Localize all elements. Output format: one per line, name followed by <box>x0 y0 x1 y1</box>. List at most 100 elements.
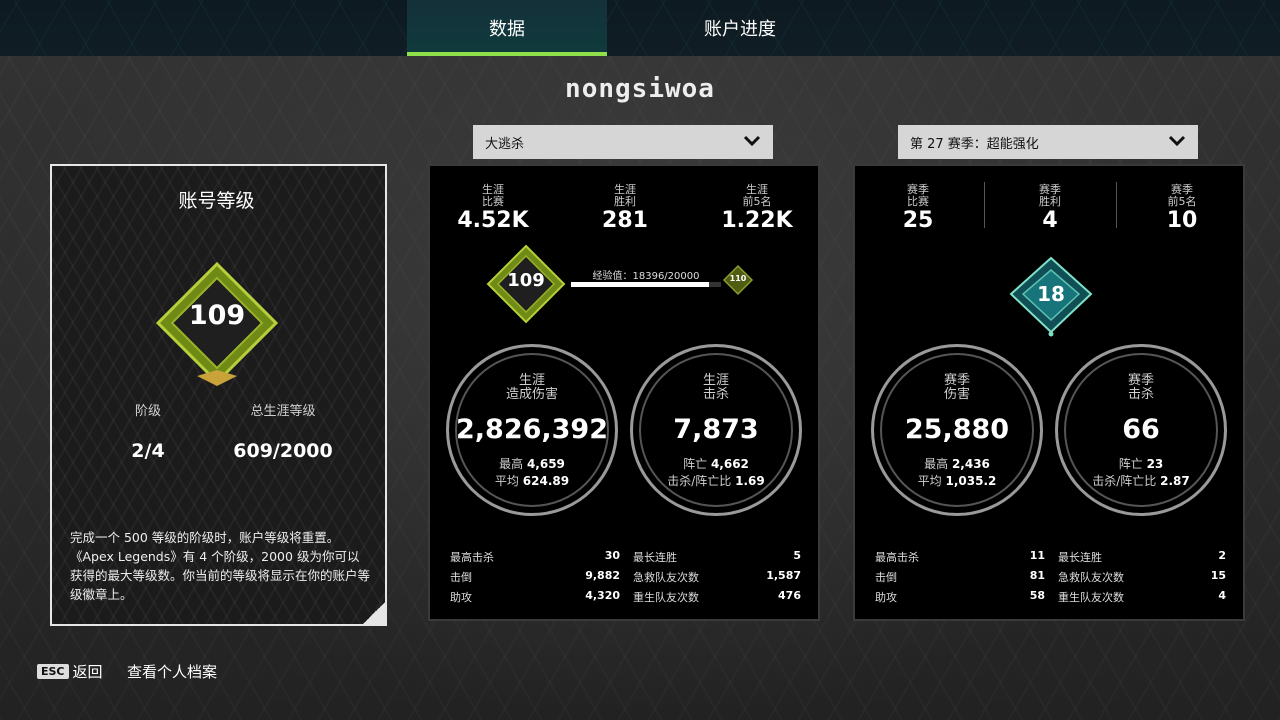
season-damage-max-value: 2,436 <box>951 457 990 471</box>
back-button[interactable]: ESC 返回 <box>37 661 103 682</box>
career-stats-right: 最长连胜 5 急救队友次数 1,587 重生队友次数 476 <box>633 549 801 609</box>
season-stats-left: 最高击杀 11 击倒 81 助攻 58 <box>875 549 1045 609</box>
stat-label: 最长连胜 <box>1058 551 1102 564</box>
account-level-description: 完成一个 500 等级的阶级时，账户等级将重置。《Apex Legends》有 … <box>70 530 371 602</box>
stat-value: 81 <box>1029 569 1045 582</box>
season-kills-value: 66 <box>1122 414 1160 445</box>
tab-account-progress[interactable]: 账户进度 <box>640 0 840 56</box>
stat-value: 4,320 <box>585 589 620 602</box>
season-top5-label2: 前5名 <box>1167 195 1197 208</box>
career-damage-avg-label: 平均 <box>494 474 519 488</box>
career-damage-avg: 平均 624.89 <box>449 472 615 489</box>
career-damage-title2: 造成伤害 <box>505 387 558 402</box>
career-deaths: 阵亡 4,662 <box>633 455 799 472</box>
stat-row: 击倒 81 <box>875 569 1045 589</box>
account-level-title: 账号等级 <box>178 190 255 212</box>
career-kills-title2: 击杀 <box>702 387 729 402</box>
divider <box>984 182 985 228</box>
back-label: 返回 <box>72 663 103 681</box>
season-kd: 击杀/阵亡比 2.87 <box>1058 472 1224 489</box>
season-damage-max-label: 最高 <box>924 457 949 471</box>
career-damage-title1: 生涯 <box>518 373 545 388</box>
season-kills-title2: 击杀 <box>1127 387 1154 402</box>
season-damage-title2: 伤害 <box>943 387 970 402</box>
stat-label: 急救队友次数 <box>633 571 699 584</box>
season-top5: 赛季 前5名 10 <box>1139 184 1225 234</box>
stat-label: 重生队友次数 <box>1058 591 1124 604</box>
career-kd-label: 击杀/阵亡比 <box>667 474 732 488</box>
stat-value: 2 <box>1218 549 1226 562</box>
stat-value: 476 <box>778 589 801 602</box>
season-stats-right: 最长连胜 2 急救队友次数 15 重生队友次数 4 <box>1058 549 1226 609</box>
season-level-number: 18 <box>1037 282 1065 306</box>
career-level-number: 109 <box>507 270 545 291</box>
mode-dropdown-value: 大逃杀 <box>485 136 525 152</box>
stat-row: 最长连胜 2 <box>1058 549 1226 569</box>
xp-progress-bar <box>571 282 721 287</box>
tier-value: 2/4 <box>131 440 165 462</box>
career-damage-avg-value: 624.89 <box>522 474 570 488</box>
career-wins-value: 281 <box>602 208 648 233</box>
tab-stats-label: 数据 <box>489 19 525 40</box>
season-damage-avg-label: 平均 <box>917 474 942 488</box>
season-deaths: 阵亡 23 <box>1058 455 1224 472</box>
tab-stats[interactable]: 数据 <box>407 0 607 56</box>
stat-label: 重生队友次数 <box>633 591 699 604</box>
career-stats-left: 最高击杀 30 击倒 9,882 助攻 4,320 <box>450 549 620 609</box>
career-damage-max-label: 最高 <box>499 457 524 471</box>
season-dropdown-value: 第 27 赛季：超能强化 <box>910 136 1039 152</box>
xp-label: 经验值：18396/20000 <box>592 271 700 282</box>
stat-row: 最高击杀 30 <box>450 549 620 569</box>
stat-value: 5 <box>793 549 801 562</box>
season-deaths-label: 阵亡 <box>1118 457 1143 471</box>
stat-label: 击倒 <box>450 571 472 584</box>
stat-row: 助攻 58 <box>875 589 1045 609</box>
season-dropdown[interactable]: 第 27 赛季：超能强化 <box>898 125 1198 159</box>
season-damage-value: 25,880 <box>904 414 1010 445</box>
season-damage-title1: 赛季 <box>943 373 970 388</box>
tier-label: 阶级 <box>134 404 161 419</box>
stat-label: 助攻 <box>875 591 897 604</box>
season-wins-value: 4 <box>1042 208 1058 233</box>
career-deaths-label: 阵亡 <box>683 457 708 471</box>
career-kills-title1: 生涯 <box>702 373 729 388</box>
career-wins-label2: 胜利 <box>614 195 636 208</box>
career-top5-label2: 前5名 <box>742 195 772 208</box>
season-matches-value: 25 <box>902 208 934 233</box>
stat-row: 最长连胜 5 <box>633 549 801 569</box>
career-damage-max: 最高 4,659 <box>449 455 615 472</box>
career-kills-value: 7,873 <box>673 414 759 445</box>
mode-dropdown[interactable]: 大逃杀 <box>473 125 773 159</box>
career-damage-circle: 生涯 造成伤害 2,826,392 最高 4,659 平均 624.89 <box>446 344 618 516</box>
stat-row: 最高击杀 11 <box>875 549 1045 569</box>
season-damage-avg-value: 1,035.2 <box>945 474 997 488</box>
stat-label: 最高击杀 <box>875 551 919 564</box>
career-damage-value: 2,826,392 <box>455 414 609 445</box>
chevron-down-icon <box>743 135 761 147</box>
xp-progress-fill <box>571 282 709 287</box>
divider <box>1116 182 1117 228</box>
season-deaths-value: 23 <box>1146 457 1164 471</box>
stat-row: 重生队友次数 476 <box>633 589 801 609</box>
career-kd-value: 1.69 <box>735 474 765 488</box>
season-kd-label: 击杀/阵亡比 <box>1092 474 1157 488</box>
stat-label: 最高击杀 <box>450 551 494 564</box>
stat-label: 最长连胜 <box>633 551 677 564</box>
season-kd-value: 2.87 <box>1160 474 1190 488</box>
career-matches-value: 4.52K <box>457 208 529 233</box>
stat-row: 助攻 4,320 <box>450 589 620 609</box>
season-stats-panel: 赛季 比赛 25 赛季 胜利 4 赛季 前5名 10 18 赛季 伤害 25,8… <box>853 164 1245 621</box>
stat-row: 击倒 9,882 <box>450 569 620 589</box>
view-profile-button[interactable]: 查看个人档案 <box>127 661 217 682</box>
season-damage-max: 最高 2,436 <box>874 455 1040 472</box>
player-name: nongsiwoa <box>565 74 715 104</box>
total-level-label: 总生涯等级 <box>250 404 316 419</box>
stat-value: 1,587 <box>766 569 801 582</box>
career-top5: 生涯 前5名 1.22K <box>714 184 800 234</box>
season-kills-circle: 赛季 击杀 66 阵亡 23 击杀/阵亡比 2.87 <box>1055 344 1227 516</box>
season-wins: 赛季 胜利 4 <box>1007 184 1093 234</box>
career-kills-circle: 生涯 击杀 7,873 阵亡 4,662 击杀/阵亡比 1.69 <box>630 344 802 516</box>
stat-label: 击倒 <box>875 571 897 584</box>
account-level-panel[interactable]: 账号等级 109 阶级 总生涯等级 2/4 609/2000 完成一个 500 … <box>50 164 387 626</box>
career-matches: 生涯 比赛 4.52K <box>450 184 536 234</box>
